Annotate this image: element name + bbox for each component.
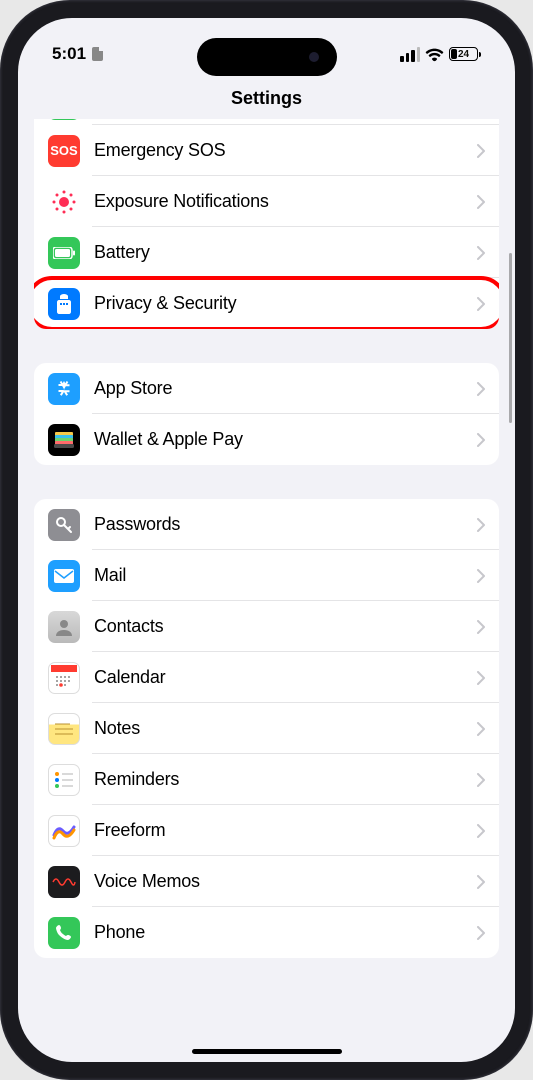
row-label: Mail (94, 565, 477, 586)
chevron-right-icon (477, 926, 485, 940)
page-title: Settings (18, 76, 515, 119)
wallet-icon (48, 424, 80, 456)
passwords-icon (48, 509, 80, 541)
chevron-right-icon (477, 773, 485, 787)
chevron-right-icon (477, 246, 485, 260)
chevron-right-icon (477, 144, 485, 158)
row-exposure-notifications[interactable]: Exposure Notifications (34, 176, 499, 227)
row-label: Battery (94, 242, 477, 263)
row-mail[interactable]: Mail (34, 550, 499, 601)
scroll-indicator (509, 253, 512, 423)
row-contacts[interactable]: Contacts (34, 601, 499, 652)
row-battery[interactable]: Battery (34, 227, 499, 278)
row-phone[interactable]: Phone (34, 907, 499, 958)
chevron-right-icon (477, 824, 485, 838)
row-label: App Store (94, 378, 477, 399)
reminders-icon (48, 764, 80, 796)
peek-icon (48, 119, 80, 120)
chevron-right-icon (477, 722, 485, 736)
voicememos-icon (48, 866, 80, 898)
row-label: Privacy & Security (94, 293, 477, 314)
sim-icon (92, 47, 103, 61)
notes-icon (48, 713, 80, 745)
screen: 5:01 24 Settings (18, 18, 515, 1062)
row-voice-memos[interactable]: Voice Memos (34, 856, 499, 907)
row-label: Voice Memos (94, 871, 477, 892)
row-emergency-sos[interactable]: SOS Emergency SOS (34, 125, 499, 176)
section-general: SOS Emergency SOS Exposure Notifications… (34, 119, 499, 329)
row-app-store[interactable]: App Store (34, 363, 499, 414)
row-label: Reminders (94, 769, 477, 790)
settings-list[interactable]: SOS Emergency SOS Exposure Notifications… (18, 119, 515, 1053)
phone-frame: 5:01 24 Settings (0, 0, 533, 1080)
chevron-right-icon (477, 620, 485, 634)
section-store: App Store Wallet & Apple Pay (34, 363, 499, 465)
freeform-icon (48, 815, 80, 847)
row-label: Freeform (94, 820, 477, 841)
chevron-right-icon (477, 382, 485, 396)
contacts-icon (48, 611, 80, 643)
battery-indicator: 24 (449, 47, 481, 61)
row-passwords[interactable]: Passwords (34, 499, 499, 550)
row-notes[interactable]: Notes (34, 703, 499, 754)
row-label: Phone (94, 922, 477, 943)
row-label: Passwords (94, 514, 477, 535)
calendar-icon (48, 662, 80, 694)
row-privacy-security[interactable]: Privacy & Security (34, 278, 499, 329)
battery-icon (48, 237, 80, 269)
row-label: Calendar (94, 667, 477, 688)
row-label: Exposure Notifications (94, 191, 477, 212)
privacy-icon (48, 288, 80, 320)
chevron-right-icon (477, 875, 485, 889)
cellular-signal-icon (400, 47, 420, 62)
row-reminders[interactable]: Reminders (34, 754, 499, 805)
section-apps: Passwords Mail Contacts (34, 499, 499, 958)
row-label: Notes (94, 718, 477, 739)
row-label: Emergency SOS (94, 140, 477, 161)
row-label: Wallet & Apple Pay (94, 429, 477, 450)
row-wallet[interactable]: Wallet & Apple Pay (34, 414, 499, 465)
battery-percentage: 24 (458, 49, 469, 60)
chevron-right-icon (477, 569, 485, 583)
appstore-icon (48, 373, 80, 405)
row-label: Contacts (94, 616, 477, 637)
row-freeform[interactable]: Freeform (34, 805, 499, 856)
chevron-right-icon (477, 195, 485, 209)
chevron-right-icon (477, 297, 485, 311)
sos-icon: SOS (48, 135, 80, 167)
status-time: 5:01 (52, 44, 86, 64)
chevron-right-icon (477, 518, 485, 532)
row-calendar[interactable]: Calendar (34, 652, 499, 703)
chevron-right-icon (477, 433, 485, 447)
exposure-icon (48, 186, 80, 218)
dynamic-island (197, 38, 337, 76)
phone-icon (48, 917, 80, 949)
mail-icon (48, 560, 80, 592)
wifi-icon (425, 47, 444, 61)
home-indicator[interactable] (192, 1049, 342, 1054)
chevron-right-icon (477, 671, 485, 685)
